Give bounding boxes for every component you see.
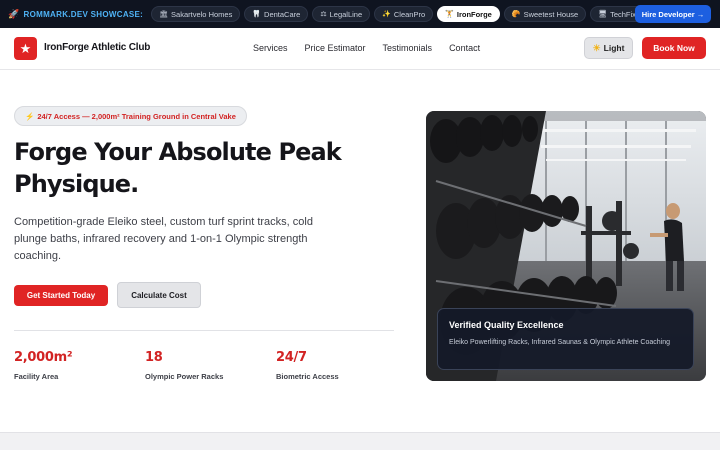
- stat-value: 2,000m²: [14, 350, 73, 365]
- showcase-chip-legalline[interactable]: ⚖ LegalLine: [312, 6, 371, 22]
- nav-link-testimonials[interactable]: Testimonials: [383, 43, 433, 53]
- showcase-label: 🚀 ROMMARK.DEV SHOWCASE:: [8, 9, 143, 20]
- star-logo-icon[interactable]: ★: [14, 37, 37, 60]
- theme-toggle-label: Light: [603, 43, 625, 53]
- showcase-chip-cleanpro[interactable]: ✨ CleanPro: [374, 6, 434, 22]
- showcase-chip-ironforge[interactable]: 🏋 IronForge: [437, 6, 500, 22]
- divider: [14, 330, 394, 331]
- showcase-chip-label: LegalLine: [329, 9, 363, 19]
- next-section: [0, 432, 720, 450]
- access-badge-text: 24/7 Access — 2,000m² Training Ground in…: [37, 111, 236, 121]
- stat-value: 24/7: [276, 350, 307, 365]
- brand-name[interactable]: IronForge Athletic Club: [44, 42, 150, 53]
- nav-link-services[interactable]: Services: [253, 43, 288, 53]
- showcase-bar: 🚀 ROMMARK.DEV SHOWCASE: 🏛 Sakartvelo Hom…: [0, 0, 720, 28]
- stat-label: Biometric Access: [276, 372, 339, 381]
- nav-link-price-estimator[interactable]: Price Estimator: [305, 43, 366, 53]
- stat-power-racks: 18 Olympic Power Racks: [145, 350, 223, 381]
- showcase-chip-sakartvelo-homes[interactable]: 🏛 Sakartvelo Homes: [151, 6, 241, 22]
- quality-card: Verified Quality Excellence Eleiko Power…: [437, 308, 694, 370]
- theme-toggle-button[interactable]: ☀ Light: [584, 37, 633, 59]
- stat-value: 18: [145, 350, 163, 365]
- stat-label: Olympic Power Racks: [145, 372, 224, 381]
- book-now-button[interactable]: Book Now: [642, 37, 706, 59]
- showcase-chip-label: DentaCare: [264, 9, 301, 19]
- showcase-chip-label: CleanPro: [393, 9, 426, 19]
- showcase-chip-label: Sakartvelo Homes: [171, 9, 233, 19]
- access-badge: ⚡ 24/7 Access — 2,000m² Training Ground …: [14, 106, 247, 126]
- get-started-button[interactable]: Get Started Today: [14, 285, 108, 306]
- main-nav: Services Price Estimator Testimonials Co…: [253, 43, 480, 53]
- showcase-chip-dentacare[interactable]: 🦷 DentaCare: [244, 6, 309, 22]
- stat-label: Facility Area: [14, 372, 59, 381]
- showcase-chip-sweetest-house[interactable]: 🥐 Sweetest House: [503, 6, 587, 22]
- lightning-icon: ⚡: [25, 111, 35, 121]
- rocket-icon: 🚀: [8, 8, 20, 19]
- building-icon: 🏛: [159, 11, 169, 18]
- sun-icon: ☀: [592, 42, 601, 53]
- hire-developer-button[interactable]: Hire Developer →: [635, 5, 711, 23]
- scales-icon: ⚖: [320, 11, 327, 18]
- nav-link-contact[interactable]: Contact: [449, 43, 480, 53]
- hero-title: Forge Your Absolute Peak Physique.: [14, 138, 342, 198]
- tooth-icon: 🦷: [252, 11, 262, 18]
- stat-biometric-access: 24/7 Biometric Access: [276, 350, 339, 381]
- showcase-chip-label: IronForge: [456, 9, 492, 19]
- quality-card-title: Verified Quality Excellence: [449, 320, 564, 330]
- croissant-icon: 🥐: [511, 11, 521, 18]
- calculate-cost-button[interactable]: Calculate Cost: [117, 282, 201, 308]
- hero-subtitle: Competition-grade Eleiko steel, custom t…: [14, 216, 313, 262]
- sparkles-icon: ✨: [382, 11, 391, 18]
- weightlifter-icon: 🏋: [445, 11, 454, 18]
- showcase-chip-label: TechFix: [610, 9, 636, 19]
- stat-facility-area: 2,000m² Facility Area: [14, 350, 73, 381]
- showcase-chip-label: Sweetest House: [523, 9, 579, 19]
- monitor-icon: 🖥: [598, 11, 608, 18]
- showcase-label-text: ROMMARK.DEV SHOWCASE:: [23, 9, 144, 19]
- quality-card-text: Eleiko Powerlifting Racks, Infrared Saun…: [449, 339, 670, 346]
- site-header: ★ IronForge Athletic Club Services Price…: [0, 28, 720, 70]
